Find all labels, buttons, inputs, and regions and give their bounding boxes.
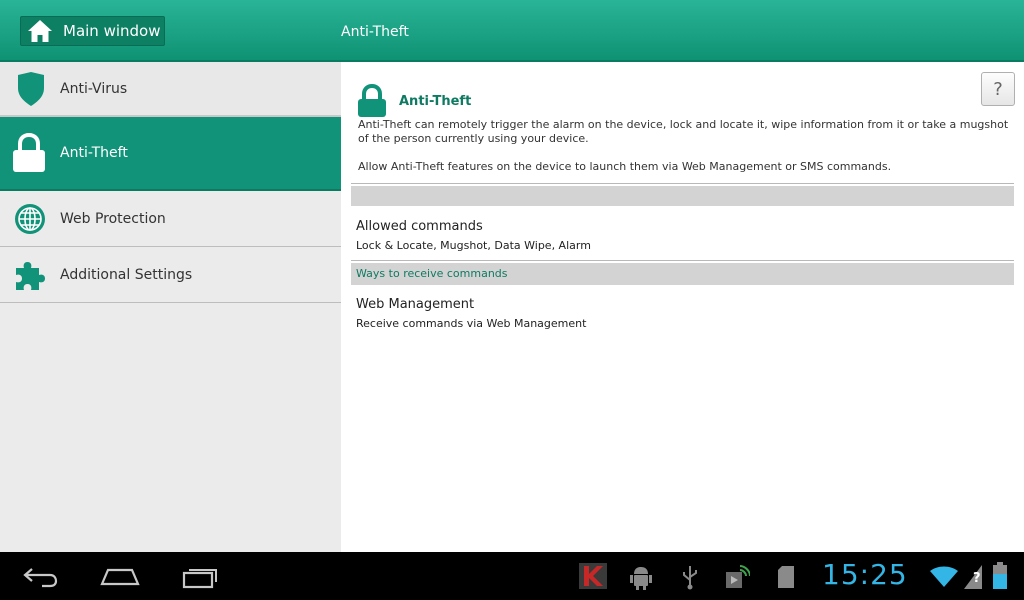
ways-section-header: Ways to receive commands xyxy=(351,263,1014,285)
kaspersky-icon[interactable] xyxy=(578,562,608,590)
recent-apps-icon[interactable] xyxy=(182,565,220,589)
lock-icon xyxy=(358,84,386,117)
action-bar: Main window Anti-Theft xyxy=(0,0,1024,62)
main-window-label: Main window xyxy=(63,22,161,40)
sidebar-item-anti-virus[interactable]: Anti-Virus xyxy=(0,62,341,117)
web-management-item[interactable]: Web Management Receive commands via Web … xyxy=(356,297,586,330)
content-panel: ? Anti-Theft Anti-Theft can remotely tri… xyxy=(341,62,1024,552)
divider xyxy=(351,260,1014,261)
android-debug-icon[interactable] xyxy=(630,564,652,590)
sidebar-item-label: Web Protection xyxy=(60,210,166,227)
web-management-title: Web Management xyxy=(356,297,475,312)
divider xyxy=(351,183,1014,184)
shield-icon xyxy=(18,71,44,106)
clock: 15:25 xyxy=(822,558,908,591)
page-title: Anti-Theft xyxy=(341,24,409,40)
allow-text: Allow Anti-Theft features on the device … xyxy=(358,160,892,173)
sidebar-item-label: Additional Settings xyxy=(60,266,193,283)
section-title: Anti-Theft xyxy=(399,93,472,109)
system-navigation-bar: 15:25 ? xyxy=(0,552,1024,600)
sidebar-item-additional-settings[interactable]: Additional Settings xyxy=(0,247,341,303)
sidebar-item-label: Anti-Theft xyxy=(60,145,128,161)
back-icon[interactable] xyxy=(22,566,58,588)
puzzle-icon xyxy=(16,261,45,290)
home-icon xyxy=(28,20,52,42)
section-header: Anti-Theft xyxy=(357,84,471,118)
play-store-icon[interactable] xyxy=(724,564,750,590)
sidebar-item-label: Anti-Virus xyxy=(60,80,128,97)
sidebar: Anti-Virus Anti-Theft Web Protection Add… xyxy=(0,62,341,552)
divider-bar xyxy=(351,186,1014,206)
main-window-button[interactable]: Main window xyxy=(20,16,165,46)
allowed-commands-item[interactable]: Allowed commands Lock & Locate, Mugshot,… xyxy=(356,219,591,252)
sidebar-item-web-protection[interactable]: Web Protection xyxy=(0,191,341,247)
signal-unknown-icon: ? xyxy=(964,565,982,589)
globe-icon xyxy=(15,203,45,234)
allowed-commands-value: Lock & Locate, Mugshot, Data Wipe, Alarm xyxy=(356,239,591,252)
svg-text:?: ? xyxy=(973,571,981,586)
home-nav-icon[interactable] xyxy=(100,566,140,586)
web-management-value: Receive commands via Web Management xyxy=(356,317,587,330)
sidebar-item-anti-theft[interactable]: Anti-Theft xyxy=(0,117,341,191)
sd-card-icon[interactable] xyxy=(777,565,795,589)
help-button[interactable]: ? xyxy=(981,72,1015,106)
description: Anti-Theft can remotely trigger the alar… xyxy=(358,118,1009,145)
lock-icon xyxy=(13,133,45,172)
wifi-icon xyxy=(930,566,958,587)
allowed-commands-title: Allowed commands xyxy=(356,219,483,234)
battery-icon xyxy=(993,562,1007,589)
usb-icon[interactable] xyxy=(680,564,700,590)
